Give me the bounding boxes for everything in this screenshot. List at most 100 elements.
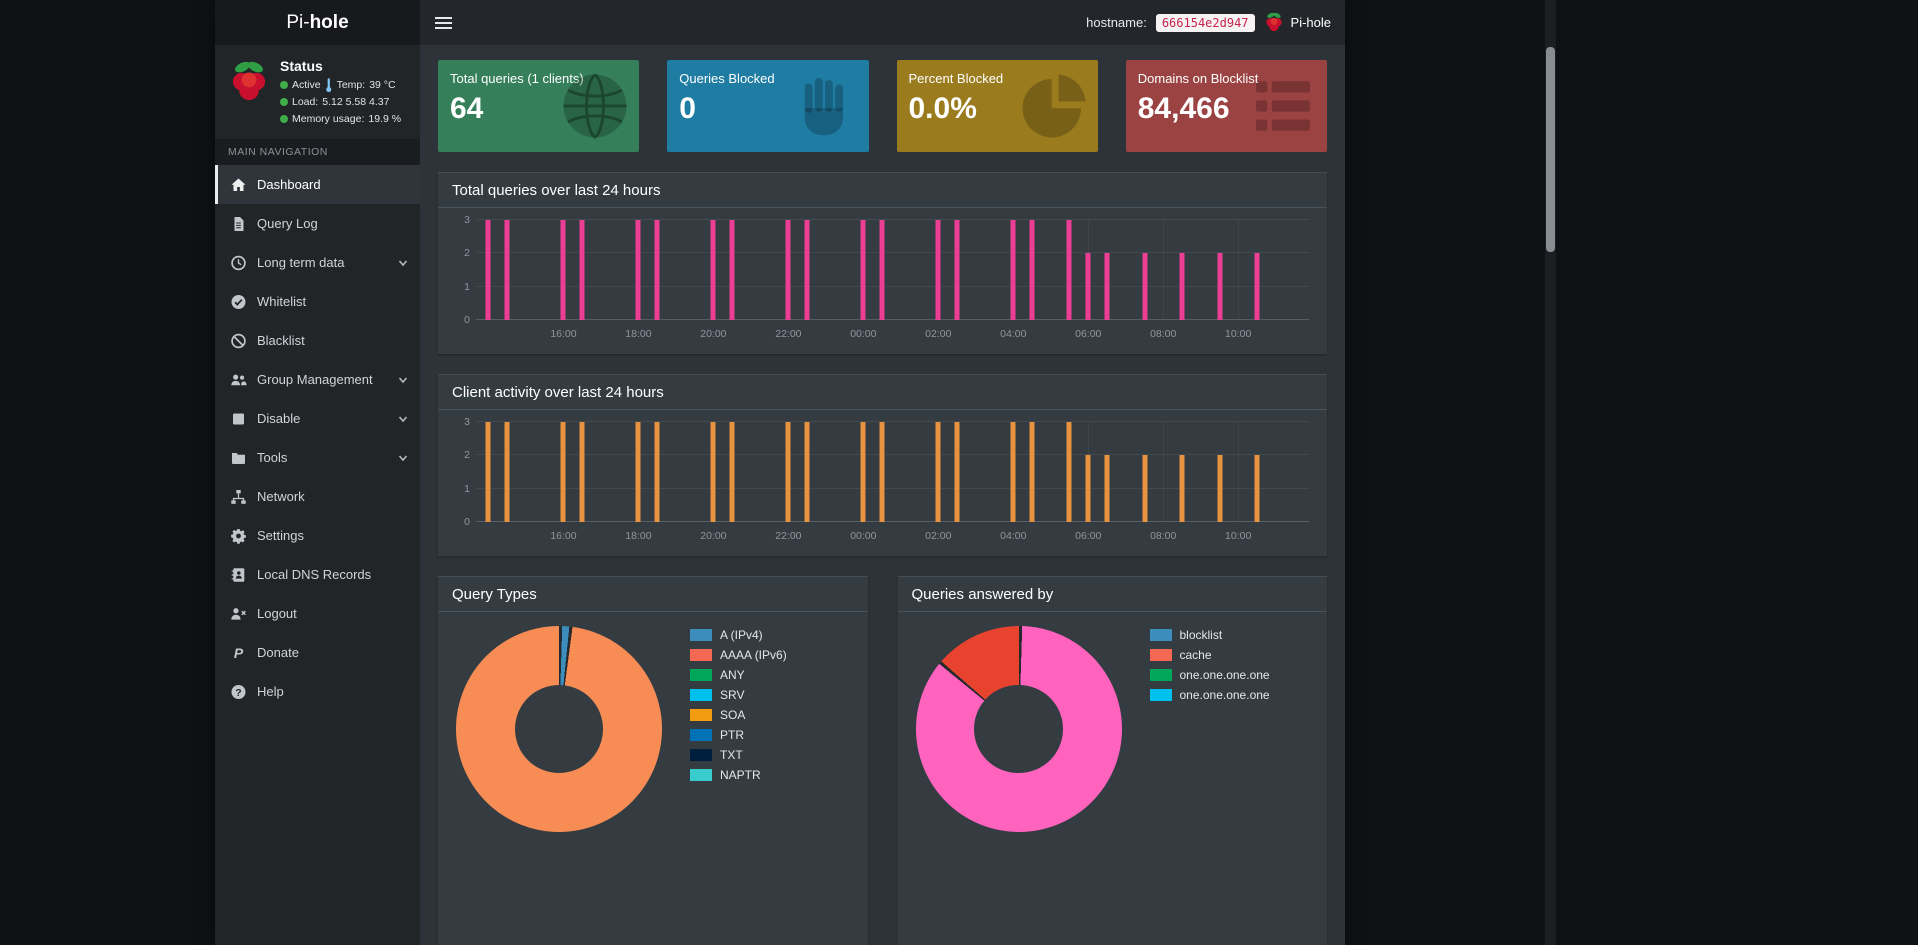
bar[interactable] bbox=[879, 220, 885, 320]
browser-scrollbar[interactable] bbox=[1545, 0, 1556, 945]
sidebar-item-donate[interactable]: P Donate bbox=[215, 633, 420, 672]
legend-item[interactable]: cache bbox=[1149, 648, 1270, 662]
client-activity-bar-chart[interactable]: 3 2 1 0 16:00 18:00 20:00 22:00 00:00 02:00 04:00 0… bbox=[452, 416, 1313, 552]
bar[interactable] bbox=[504, 220, 510, 320]
bar[interactable] bbox=[1142, 253, 1148, 320]
bar[interactable] bbox=[1104, 455, 1110, 522]
bar[interactable] bbox=[710, 422, 716, 522]
bar[interactable] bbox=[1085, 253, 1091, 320]
bar[interactable] bbox=[710, 220, 716, 320]
bar[interactable] bbox=[560, 220, 566, 320]
bar[interactable] bbox=[860, 422, 866, 522]
legend-item[interactable]: one.one.one.one bbox=[1149, 668, 1270, 682]
legend-item[interactable]: one.one.one.one bbox=[1149, 688, 1270, 702]
bar[interactable] bbox=[804, 422, 810, 522]
chevron-down-icon bbox=[397, 452, 409, 464]
sidebar-item-label: Tools bbox=[257, 450, 288, 466]
bar[interactable] bbox=[785, 220, 791, 320]
bar[interactable] bbox=[1179, 253, 1185, 320]
bar[interactable] bbox=[935, 422, 941, 522]
bar[interactable] bbox=[1217, 455, 1223, 522]
bar[interactable] bbox=[1142, 455, 1148, 522]
sidebar-item-label: Settings bbox=[257, 528, 304, 544]
hamburger-menu-icon[interactable] bbox=[420, 0, 466, 45]
scrollbar-thumb[interactable] bbox=[1546, 47, 1555, 252]
bar[interactable] bbox=[1010, 422, 1016, 522]
bar[interactable] bbox=[954, 220, 960, 320]
doughnut-chart[interactable] bbox=[456, 626, 662, 832]
bar[interactable] bbox=[1179, 455, 1185, 522]
sidebar-item-local-dns-records[interactable]: Local DNS Records bbox=[215, 555, 420, 594]
bar[interactable] bbox=[954, 422, 960, 522]
legend-item[interactable]: ANY bbox=[690, 668, 787, 682]
legend-swatch bbox=[1149, 649, 1172, 661]
bar[interactable] bbox=[560, 422, 566, 522]
doughnut-chart[interactable] bbox=[915, 626, 1122, 832]
sidebar-item-network[interactable]: Network bbox=[215, 477, 420, 516]
bar[interactable] bbox=[579, 422, 585, 522]
sidebar-item-help[interactable]: ? Help bbox=[215, 672, 420, 711]
sidebar-item-blacklist[interactable]: Blacklist bbox=[215, 321, 420, 360]
x-axis-label: 18:00 bbox=[625, 530, 652, 542]
sidebar-item-logout[interactable]: Logout bbox=[215, 594, 420, 633]
legend-item[interactable]: TXT bbox=[690, 748, 787, 762]
sidebar-item-settings[interactable]: Settings bbox=[215, 516, 420, 555]
bar[interactable] bbox=[804, 220, 810, 320]
sidebar-item-dashboard[interactable]: Dashboard bbox=[215, 165, 420, 205]
list-icon bbox=[1247, 70, 1319, 142]
sidebar-item-tools[interactable]: Tools bbox=[215, 438, 420, 477]
bar[interactable] bbox=[1066, 422, 1072, 522]
bar[interactable] bbox=[1254, 253, 1260, 320]
home-icon bbox=[230, 177, 247, 193]
legend-item[interactable]: PTR bbox=[690, 728, 787, 742]
navbar-brand[interactable]: Pi-hole bbox=[1264, 11, 1331, 35]
bar[interactable] bbox=[1104, 253, 1110, 320]
legend-item[interactable]: SRV bbox=[690, 688, 787, 702]
bar[interactable] bbox=[1217, 253, 1223, 320]
bar[interactable] bbox=[635, 422, 641, 522]
legend-swatch bbox=[690, 729, 712, 741]
bar[interactable] bbox=[579, 220, 585, 320]
doughnut-hole bbox=[974, 684, 1063, 774]
bar[interactable] bbox=[504, 422, 510, 522]
sidebar-item-disable[interactable]: Disable bbox=[215, 399, 420, 438]
panel-title: Client activity over last 24 hours bbox=[438, 375, 1327, 410]
sidebar-item-whitelist[interactable]: Whitelist bbox=[215, 282, 420, 321]
legend-item[interactable]: AAAA (IPv6) bbox=[690, 648, 787, 662]
bar[interactable] bbox=[879, 422, 885, 522]
bar[interactable] bbox=[1066, 220, 1072, 320]
sidebar-item-group-management[interactable]: Group Management bbox=[215, 360, 420, 399]
legend-item[interactable]: A (IPv4) bbox=[690, 628, 787, 642]
sidebar-item-query-log[interactable]: Query Log bbox=[215, 204, 420, 243]
sidebar-item-long-term-data[interactable]: Long term data bbox=[215, 243, 420, 282]
bar[interactable] bbox=[485, 422, 491, 522]
stat-cards-row: Total queries (1 clients) 64 Queries Block… bbox=[438, 60, 1327, 152]
x-axis-label: 16:00 bbox=[550, 328, 577, 340]
total-queries-bar-chart[interactable]: 3 2 1 0 16:00 18:00 20:00 22:00 00:00 02:00 04:00 0… bbox=[452, 214, 1313, 350]
legend-item[interactable]: blocklist bbox=[1149, 628, 1270, 642]
bar[interactable] bbox=[1085, 455, 1091, 522]
bar[interactable] bbox=[729, 220, 735, 320]
bar[interactable] bbox=[654, 220, 660, 320]
bar[interactable] bbox=[729, 422, 735, 522]
bar-plot: 3 2 1 0 16:00 18:00 20:00 22:00 00:00 02:00 04:00 0… bbox=[464, 416, 1309, 542]
file-icon bbox=[230, 216, 247, 232]
bar-plot: 3 2 1 0 16:00 18:00 20:00 22:00 00:00 02:00 04:00 0… bbox=[464, 214, 1309, 340]
bar[interactable] bbox=[1029, 422, 1035, 522]
piechart-icon bbox=[1018, 70, 1090, 142]
legend-item[interactable]: SOA bbox=[690, 708, 787, 722]
bar[interactable] bbox=[1029, 220, 1035, 320]
bar[interactable] bbox=[860, 220, 866, 320]
legend-item[interactable]: NAPTR bbox=[690, 768, 787, 782]
app-logo[interactable]: Pi-hole bbox=[215, 0, 420, 45]
bar[interactable] bbox=[485, 220, 491, 320]
y-axis-label: 0 bbox=[464, 314, 470, 326]
bar[interactable] bbox=[654, 422, 660, 522]
stat-card-percent-blocked: Percent Blocked 0.0% bbox=[896, 60, 1098, 152]
bar[interactable] bbox=[785, 422, 791, 522]
bar[interactable] bbox=[635, 220, 641, 320]
bar[interactable] bbox=[1010, 220, 1016, 320]
bar[interactable] bbox=[935, 220, 941, 320]
hostname-badge: 666154e2d947 bbox=[1155, 13, 1255, 32]
bar[interactable] bbox=[1254, 455, 1260, 522]
